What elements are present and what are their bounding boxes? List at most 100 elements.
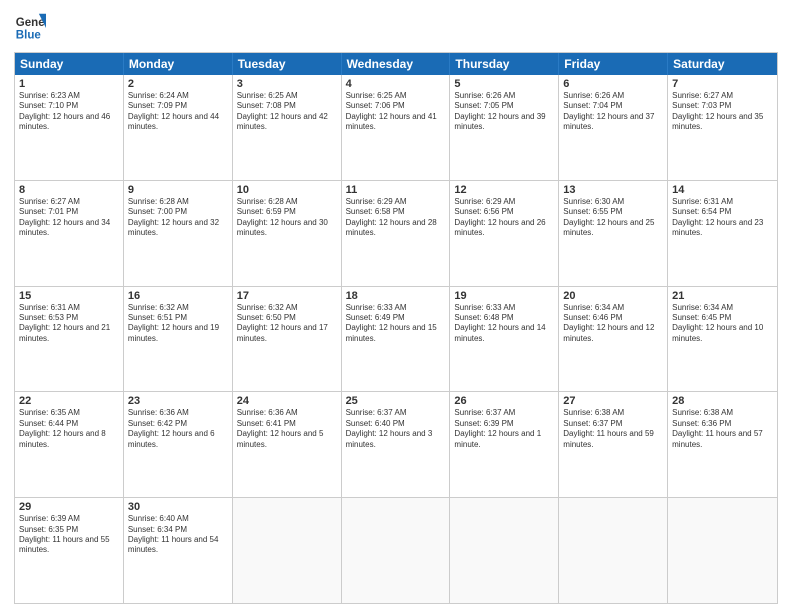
- day-number: 21: [672, 290, 773, 302]
- calendar-row-3: 15Sunrise: 6:31 AM Sunset: 6:53 PM Dayli…: [15, 286, 777, 392]
- calendar-cell-10: 10Sunrise: 6:28 AM Sunset: 6:59 PM Dayli…: [233, 181, 342, 286]
- calendar-cell-22: 22Sunrise: 6:35 AM Sunset: 6:44 PM Dayli…: [15, 392, 124, 497]
- calendar-row-1: 1Sunrise: 6:23 AM Sunset: 7:10 PM Daylig…: [15, 75, 777, 180]
- header: General Blue: [14, 12, 778, 44]
- weekday-header-wednesday: Wednesday: [342, 53, 451, 75]
- logo: General Blue: [14, 12, 46, 44]
- weekday-header-monday: Monday: [124, 53, 233, 75]
- calendar-cell-16: 16Sunrise: 6:32 AM Sunset: 6:51 PM Dayli…: [124, 287, 233, 392]
- day-number: 15: [19, 290, 119, 302]
- day-info: Sunrise: 6:26 AM Sunset: 7:04 PM Dayligh…: [563, 91, 663, 133]
- day-info: Sunrise: 6:31 AM Sunset: 6:53 PM Dayligh…: [19, 303, 119, 345]
- logo-icon: General Blue: [14, 12, 46, 44]
- day-number: 6: [563, 78, 663, 90]
- calendar-cell-17: 17Sunrise: 6:32 AM Sunset: 6:50 PM Dayli…: [233, 287, 342, 392]
- calendar-cell-11: 11Sunrise: 6:29 AM Sunset: 6:58 PM Dayli…: [342, 181, 451, 286]
- calendar-cell-3: 3Sunrise: 6:25 AM Sunset: 7:08 PM Daylig…: [233, 75, 342, 180]
- day-info: Sunrise: 6:29 AM Sunset: 6:58 PM Dayligh…: [346, 197, 446, 239]
- calendar-cell-empty: [559, 498, 668, 603]
- day-number: 8: [19, 184, 119, 196]
- calendar: SundayMondayTuesdayWednesdayThursdayFrid…: [14, 52, 778, 604]
- day-number: 9: [128, 184, 228, 196]
- day-number: 14: [672, 184, 773, 196]
- day-number: 22: [19, 395, 119, 407]
- day-info: Sunrise: 6:33 AM Sunset: 6:48 PM Dayligh…: [454, 303, 554, 345]
- day-info: Sunrise: 6:38 AM Sunset: 6:37 PM Dayligh…: [563, 408, 663, 450]
- day-number: 20: [563, 290, 663, 302]
- day-info: Sunrise: 6:26 AM Sunset: 7:05 PM Dayligh…: [454, 91, 554, 133]
- day-number: 11: [346, 184, 446, 196]
- calendar-cell-1: 1Sunrise: 6:23 AM Sunset: 7:10 PM Daylig…: [15, 75, 124, 180]
- calendar-cell-26: 26Sunrise: 6:37 AM Sunset: 6:39 PM Dayli…: [450, 392, 559, 497]
- calendar-cell-empty: [668, 498, 777, 603]
- day-info: Sunrise: 6:32 AM Sunset: 6:50 PM Dayligh…: [237, 303, 337, 345]
- calendar-cell-29: 29Sunrise: 6:39 AM Sunset: 6:35 PM Dayli…: [15, 498, 124, 603]
- day-info: Sunrise: 6:28 AM Sunset: 6:59 PM Dayligh…: [237, 197, 337, 239]
- page: General Blue SundayMondayTuesdayWednesda…: [0, 0, 792, 612]
- day-info: Sunrise: 6:28 AM Sunset: 7:00 PM Dayligh…: [128, 197, 228, 239]
- calendar-cell-empty: [342, 498, 451, 603]
- day-number: 4: [346, 78, 446, 90]
- day-info: Sunrise: 6:37 AM Sunset: 6:39 PM Dayligh…: [454, 408, 554, 450]
- day-info: Sunrise: 6:29 AM Sunset: 6:56 PM Dayligh…: [454, 197, 554, 239]
- day-info: Sunrise: 6:36 AM Sunset: 6:42 PM Dayligh…: [128, 408, 228, 450]
- day-number: 5: [454, 78, 554, 90]
- day-number: 25: [346, 395, 446, 407]
- day-number: 16: [128, 290, 228, 302]
- calendar-cell-5: 5Sunrise: 6:26 AM Sunset: 7:05 PM Daylig…: [450, 75, 559, 180]
- weekday-header-friday: Friday: [559, 53, 668, 75]
- day-info: Sunrise: 6:33 AM Sunset: 6:49 PM Dayligh…: [346, 303, 446, 345]
- calendar-cell-30: 30Sunrise: 6:40 AM Sunset: 6:34 PM Dayli…: [124, 498, 233, 603]
- day-info: Sunrise: 6:39 AM Sunset: 6:35 PM Dayligh…: [19, 514, 119, 556]
- calendar-cell-24: 24Sunrise: 6:36 AM Sunset: 6:41 PM Dayli…: [233, 392, 342, 497]
- calendar-cell-25: 25Sunrise: 6:37 AM Sunset: 6:40 PM Dayli…: [342, 392, 451, 497]
- day-number: 3: [237, 78, 337, 90]
- calendar-cell-2: 2Sunrise: 6:24 AM Sunset: 7:09 PM Daylig…: [124, 75, 233, 180]
- day-number: 29: [19, 501, 119, 513]
- calendar-cell-15: 15Sunrise: 6:31 AM Sunset: 6:53 PM Dayli…: [15, 287, 124, 392]
- day-info: Sunrise: 6:32 AM Sunset: 6:51 PM Dayligh…: [128, 303, 228, 345]
- calendar-cell-12: 12Sunrise: 6:29 AM Sunset: 6:56 PM Dayli…: [450, 181, 559, 286]
- day-info: Sunrise: 6:35 AM Sunset: 6:44 PM Dayligh…: [19, 408, 119, 450]
- day-number: 30: [128, 501, 228, 513]
- day-number: 27: [563, 395, 663, 407]
- day-number: 7: [672, 78, 773, 90]
- svg-text:General: General: [16, 17, 46, 29]
- calendar-cell-9: 9Sunrise: 6:28 AM Sunset: 7:00 PM Daylig…: [124, 181, 233, 286]
- day-info: Sunrise: 6:27 AM Sunset: 7:03 PM Dayligh…: [672, 91, 773, 133]
- calendar-cell-empty: [450, 498, 559, 603]
- weekday-header-tuesday: Tuesday: [233, 53, 342, 75]
- weekday-header-sunday: Sunday: [15, 53, 124, 75]
- calendar-row-4: 22Sunrise: 6:35 AM Sunset: 6:44 PM Dayli…: [15, 391, 777, 497]
- day-number: 18: [346, 290, 446, 302]
- calendar-cell-empty: [233, 498, 342, 603]
- calendar-row-2: 8Sunrise: 6:27 AM Sunset: 7:01 PM Daylig…: [15, 180, 777, 286]
- day-number: 10: [237, 184, 337, 196]
- day-info: Sunrise: 6:30 AM Sunset: 6:55 PM Dayligh…: [563, 197, 663, 239]
- day-info: Sunrise: 6:23 AM Sunset: 7:10 PM Dayligh…: [19, 91, 119, 133]
- day-number: 2: [128, 78, 228, 90]
- day-info: Sunrise: 6:24 AM Sunset: 7:09 PM Dayligh…: [128, 91, 228, 133]
- calendar-cell-21: 21Sunrise: 6:34 AM Sunset: 6:45 PM Dayli…: [668, 287, 777, 392]
- calendar-body: 1Sunrise: 6:23 AM Sunset: 7:10 PM Daylig…: [15, 75, 777, 603]
- day-info: Sunrise: 6:36 AM Sunset: 6:41 PM Dayligh…: [237, 408, 337, 450]
- calendar-cell-7: 7Sunrise: 6:27 AM Sunset: 7:03 PM Daylig…: [668, 75, 777, 180]
- calendar-cell-19: 19Sunrise: 6:33 AM Sunset: 6:48 PM Dayli…: [450, 287, 559, 392]
- day-info: Sunrise: 6:25 AM Sunset: 7:06 PM Dayligh…: [346, 91, 446, 133]
- calendar-cell-28: 28Sunrise: 6:38 AM Sunset: 6:36 PM Dayli…: [668, 392, 777, 497]
- day-number: 19: [454, 290, 554, 302]
- calendar-header-row: SundayMondayTuesdayWednesdayThursdayFrid…: [15, 53, 777, 75]
- weekday-header-saturday: Saturday: [668, 53, 777, 75]
- day-number: 17: [237, 290, 337, 302]
- day-number: 13: [563, 184, 663, 196]
- weekday-header-thursday: Thursday: [450, 53, 559, 75]
- day-info: Sunrise: 6:37 AM Sunset: 6:40 PM Dayligh…: [346, 408, 446, 450]
- calendar-cell-8: 8Sunrise: 6:27 AM Sunset: 7:01 PM Daylig…: [15, 181, 124, 286]
- calendar-cell-23: 23Sunrise: 6:36 AM Sunset: 6:42 PM Dayli…: [124, 392, 233, 497]
- day-info: Sunrise: 6:40 AM Sunset: 6:34 PM Dayligh…: [128, 514, 228, 556]
- calendar-cell-13: 13Sunrise: 6:30 AM Sunset: 6:55 PM Dayli…: [559, 181, 668, 286]
- svg-text:Blue: Blue: [16, 30, 42, 42]
- calendar-cell-20: 20Sunrise: 6:34 AM Sunset: 6:46 PM Dayli…: [559, 287, 668, 392]
- day-info: Sunrise: 6:27 AM Sunset: 7:01 PM Dayligh…: [19, 197, 119, 239]
- calendar-cell-27: 27Sunrise: 6:38 AM Sunset: 6:37 PM Dayli…: [559, 392, 668, 497]
